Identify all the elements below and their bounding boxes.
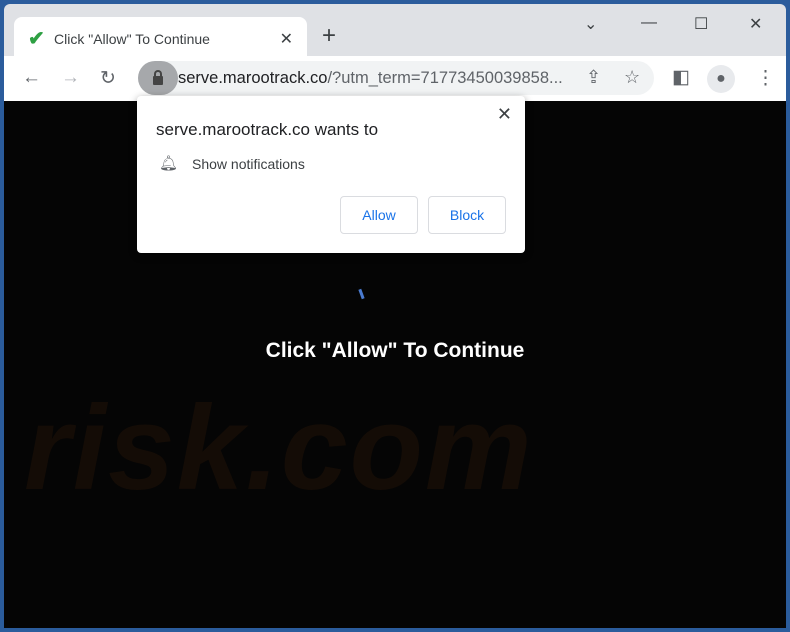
checkmark-icon: ✔ bbox=[28, 28, 45, 50]
popup-heading: serve.marootrack.co wants to bbox=[156, 120, 379, 139]
menu-icon[interactable]: ⋮ bbox=[756, 67, 775, 90]
url-path: /?utm_term=71773450039858... bbox=[327, 69, 563, 87]
bell-icon: 🔔︎ bbox=[159, 155, 179, 172]
close-popup-icon[interactable]: ✕ bbox=[497, 104, 512, 125]
allow-button[interactable]: Allow bbox=[340, 196, 418, 234]
tab-search-icon[interactable]: ⌄ bbox=[584, 14, 597, 34]
watermark-logo: risk.com bbox=[24, 381, 534, 515]
tab-title: Click "Allow" To Continue bbox=[54, 30, 210, 47]
block-button[interactable]: Block bbox=[428, 196, 506, 234]
side-panel-icon[interactable]: ◧ bbox=[672, 66, 690, 89]
forward-icon[interactable]: → bbox=[61, 67, 80, 89]
close-window-button[interactable]: ✕ bbox=[749, 14, 762, 34]
toolbar: ← → ↻ serve.marootrack.co/?utm_term=7177… bbox=[4, 56, 786, 101]
star-icon[interactable]: ☆ bbox=[624, 67, 640, 88]
new-tab-button[interactable]: + bbox=[322, 22, 336, 50]
address-bar[interactable]: serve.marootrack.co/?utm_term=7177345003… bbox=[138, 61, 654, 95]
url-host: serve.marootrack.co bbox=[178, 69, 328, 87]
permission-label: Show notifications bbox=[192, 156, 305, 172]
maximize-button[interactable]: ☐ bbox=[694, 14, 708, 34]
notification-permission-popup: serve.marootrack.co wants to ✕ 🔔︎ Show n… bbox=[137, 96, 525, 253]
share-icon[interactable]: ⇪ bbox=[586, 67, 601, 88]
browser-tab[interactable]: ✔ Click "Allow" To Continue ✕ bbox=[14, 17, 307, 60]
profile-avatar-icon[interactable]: ● bbox=[707, 65, 735, 93]
loading-spinner bbox=[358, 288, 365, 300]
back-icon[interactable]: ← bbox=[22, 67, 41, 89]
close-tab-icon[interactable]: ✕ bbox=[280, 29, 293, 49]
page-message: Click "Allow" To Continue bbox=[265, 339, 525, 362]
lock-icon[interactable] bbox=[138, 61, 178, 95]
reload-icon[interactable]: ↻ bbox=[100, 67, 116, 90]
minimize-button[interactable]: — bbox=[641, 14, 657, 32]
